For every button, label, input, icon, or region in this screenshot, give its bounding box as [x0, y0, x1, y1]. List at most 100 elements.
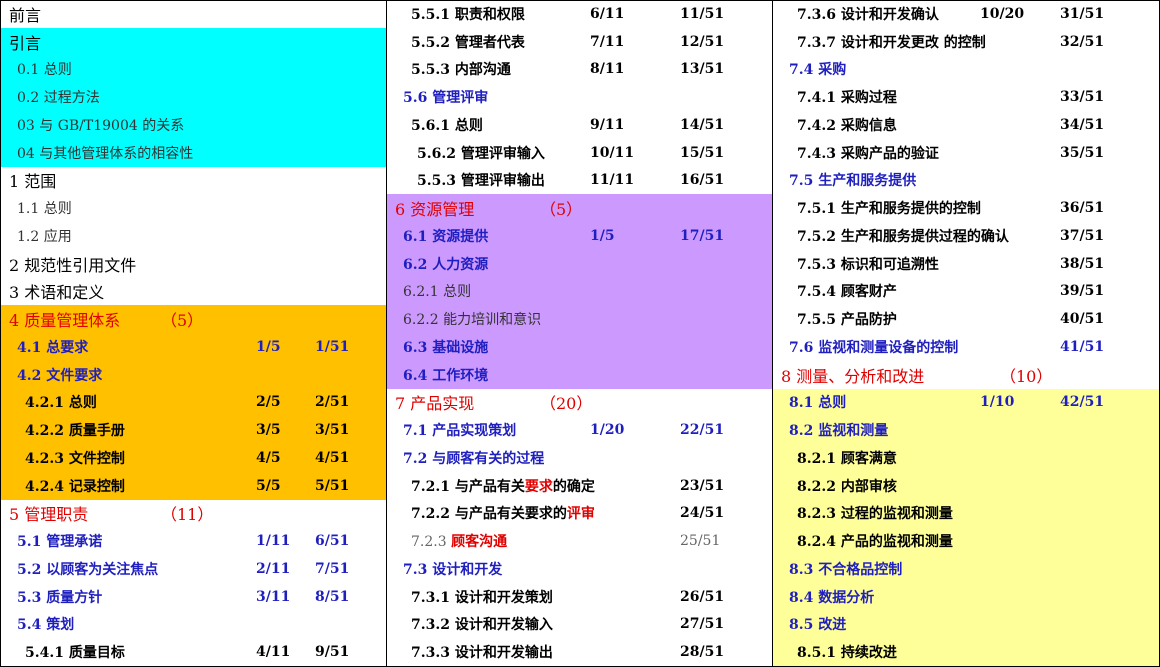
- total-page-number: 14/51: [680, 116, 725, 133]
- toc-title: 6.1 资源提供: [403, 226, 488, 246]
- section-page-number: 1/20: [590, 422, 625, 439]
- toc-row: 6.2.1 总则: [387, 277, 773, 307]
- toc-title: 7.3.3 设计和开发输出: [411, 642, 553, 662]
- toc-row: 7 产品实现 （20）: [387, 388, 773, 418]
- toc-title-text: 5 管理职责: [9, 505, 89, 525]
- toc-row: 6.1 资源提供 1/5 17/51: [387, 222, 773, 251]
- toc-title-text: 7.3.1 设计和开发策划: [411, 589, 553, 606]
- total-page-number: 1/51: [315, 338, 350, 355]
- toc-title: 1.2 应用: [17, 226, 72, 246]
- toc-title-text: 前言: [9, 6, 42, 26]
- toc-title-text: 8.4 数据分析: [789, 589, 875, 606]
- toc-row: 0.1 总则: [0, 55, 387, 85]
- toc-title: 0.2 过程方法: [17, 87, 100, 107]
- section-page-number: 1/5: [256, 338, 281, 355]
- toc-title-text: 6.2 人力资源: [403, 256, 489, 273]
- toc-title-text: 8.3 不合格品控制: [789, 561, 903, 578]
- toc-row: 引言: [0, 27, 387, 57]
- total-page-number: 32/51: [1060, 33, 1105, 50]
- total-page-number: 17/51: [680, 227, 725, 244]
- toc-title-text: 5.3 质量方针: [17, 589, 103, 606]
- toc-title: 7.5.5 产品防护: [797, 309, 897, 329]
- toc-row: 7.2.3 顾客沟通 25/51: [387, 527, 773, 556]
- toc-title-text: 8.1 总则: [789, 395, 847, 412]
- toc-title-text: 8.2 监视和测量: [789, 423, 889, 440]
- section-page-number: 7/11: [590, 33, 625, 50]
- toc-title: 8.5 改进: [789, 614, 846, 634]
- toc-title-text: 8.5.1 持续改进: [797, 645, 897, 662]
- total-page-number: 23/51: [680, 477, 725, 494]
- toc-title: 8.2.3 过程的监视和测量: [797, 503, 953, 523]
- toc-title-text: 7.3.6 设计和开发确认: [797, 7, 939, 24]
- toc-title: 5.2 以顾客为关注焦点: [17, 559, 158, 579]
- toc-row: 4.2.2 质量手册 3/5 3/51: [0, 416, 387, 445]
- toc-row: 1 范围: [0, 166, 387, 196]
- toc-row: 5.5.1 职责和权限 6/11 11/51: [387, 0, 773, 29]
- section-page-number: 4/5: [256, 449, 281, 466]
- toc-row: 5.6.1 总则 9/11 14/51: [387, 111, 773, 140]
- toc-column-3: 7.3.6 设计和开发确认 10/20 31/51 7.3.7 设计和开发更改 的控制…: [773, 0, 1160, 667]
- toc-title: 1.1 总则: [17, 198, 72, 218]
- toc-row: 4 质量管理体系 （5）: [0, 305, 387, 334]
- toc-title: 4 质量管理体系: [9, 307, 120, 331]
- toc-title: 0.1 总则: [17, 59, 72, 79]
- toc-row: 7.3.2 设计和开发输入 27/51: [387, 610, 773, 640]
- toc-row: 5.6 管理评审: [387, 83, 773, 112]
- toc-row: 5.2 以顾客为关注焦点 2/11 7/51: [0, 555, 387, 584]
- toc-row: 8.1 总则 1/10 42/51: [773, 388, 1160, 418]
- toc-row: 7.5.2 生产和服务提供过程的确认 37/51: [773, 222, 1160, 251]
- toc-title: 5.4.1 质量目标: [25, 642, 125, 662]
- toc-title-text: 7.3.7 设计和开发更改 的控制: [797, 34, 986, 51]
- section-page-count: （11）: [161, 505, 214, 525]
- total-page-number: 33/51: [1060, 89, 1105, 106]
- total-page-number: 9/51: [315, 644, 350, 661]
- toc-title: 5.5.1 职责和权限: [411, 4, 525, 24]
- total-page-number: 42/51: [1060, 394, 1105, 411]
- toc-title: 7.2.1 与产品有关要求的确定: [411, 476, 595, 496]
- toc-title: 7.4.2 采购信息: [797, 115, 897, 135]
- toc-title: 7.4.3 采购产品的验证: [797, 143, 939, 163]
- toc-title: 7.1 产品实现策划: [403, 420, 516, 440]
- total-page-number: 12/51: [680, 33, 725, 50]
- toc-title-text: 1 范围: [9, 172, 57, 192]
- toc-title-text: 4.2 文件要求: [17, 367, 103, 384]
- toc-row: 7.5.3 标识和可追溯性 38/51: [773, 249, 1160, 279]
- toc-title-text: 4.2.1 总则: [25, 395, 97, 412]
- total-page-number: 7/51: [315, 560, 350, 577]
- section-page-number: 4/11: [256, 644, 291, 661]
- toc-title-text: 03 与 GB/T19004 的关系: [17, 117, 185, 134]
- toc-title-text: 5.6.2 管理评审输入: [417, 145, 545, 162]
- toc-title-text: 6.3 基础设施: [403, 339, 489, 356]
- toc-title: 6.2.2 能力培训和意识: [403, 309, 541, 329]
- total-page-number: 2/51: [315, 394, 350, 411]
- toc-row: 前言: [0, 0, 387, 29]
- toc-title: 8.2 监视和测量: [789, 420, 888, 440]
- toc-title: 6.3 基础设施: [403, 337, 488, 357]
- toc-title-text: 7.5.3 标识和可追溯性: [797, 256, 939, 273]
- toc-row: 7.2 与顾客有关的过程: [387, 444, 773, 473]
- toc-title-text: 7.3.3 设计和开发输出: [411, 645, 553, 662]
- toc-title-text: 7.2 与顾客有关的过程: [403, 450, 545, 467]
- toc-title-text: 7.4 采购: [789, 62, 847, 79]
- toc-title: 7.5.1 生产和服务提供的控制: [797, 198, 981, 218]
- toc-row: 03 与 GB/T19004 的关系: [0, 111, 387, 140]
- toc-row: 6.2 人力资源: [387, 249, 773, 279]
- toc-title: 5.6.2 管理评审输入: [417, 143, 545, 163]
- toc-row: 4.2 文件要求: [0, 360, 387, 390]
- total-page-number: 26/51: [680, 588, 725, 605]
- toc-row: 5.5.2 管理者代表 7/11 12/51: [387, 27, 773, 57]
- total-page-number: 4/51: [315, 449, 350, 466]
- toc-title: 8.2.1 顾客满意: [797, 448, 897, 468]
- toc-title-text: 7.4.2 采购信息: [797, 117, 897, 134]
- toc-row: 7.5.1 生产和服务提供的控制 36/51: [773, 194, 1160, 223]
- toc-row: 5 管理职责 （11）: [0, 499, 387, 529]
- toc-title-text: 6.2.2 能力培训和意识: [403, 312, 542, 329]
- toc-title-text: 5.5.1 职责和权限: [411, 7, 525, 24]
- toc-title-text: 8 测量、分析和改进: [781, 366, 925, 386]
- toc-row: 5.5.3 内部沟通 8/11 13/51: [387, 55, 773, 85]
- toc-row: 8.2.2 内部审核: [773, 471, 1160, 501]
- toc-title: 8.2.2 内部审核: [797, 476, 897, 496]
- total-page-number: 5/51: [315, 477, 350, 494]
- toc-title-text: 04 与其他管理体系的相容性: [17, 145, 194, 162]
- toc-title: 7.2.2 与产品有关要求的评审: [411, 503, 595, 523]
